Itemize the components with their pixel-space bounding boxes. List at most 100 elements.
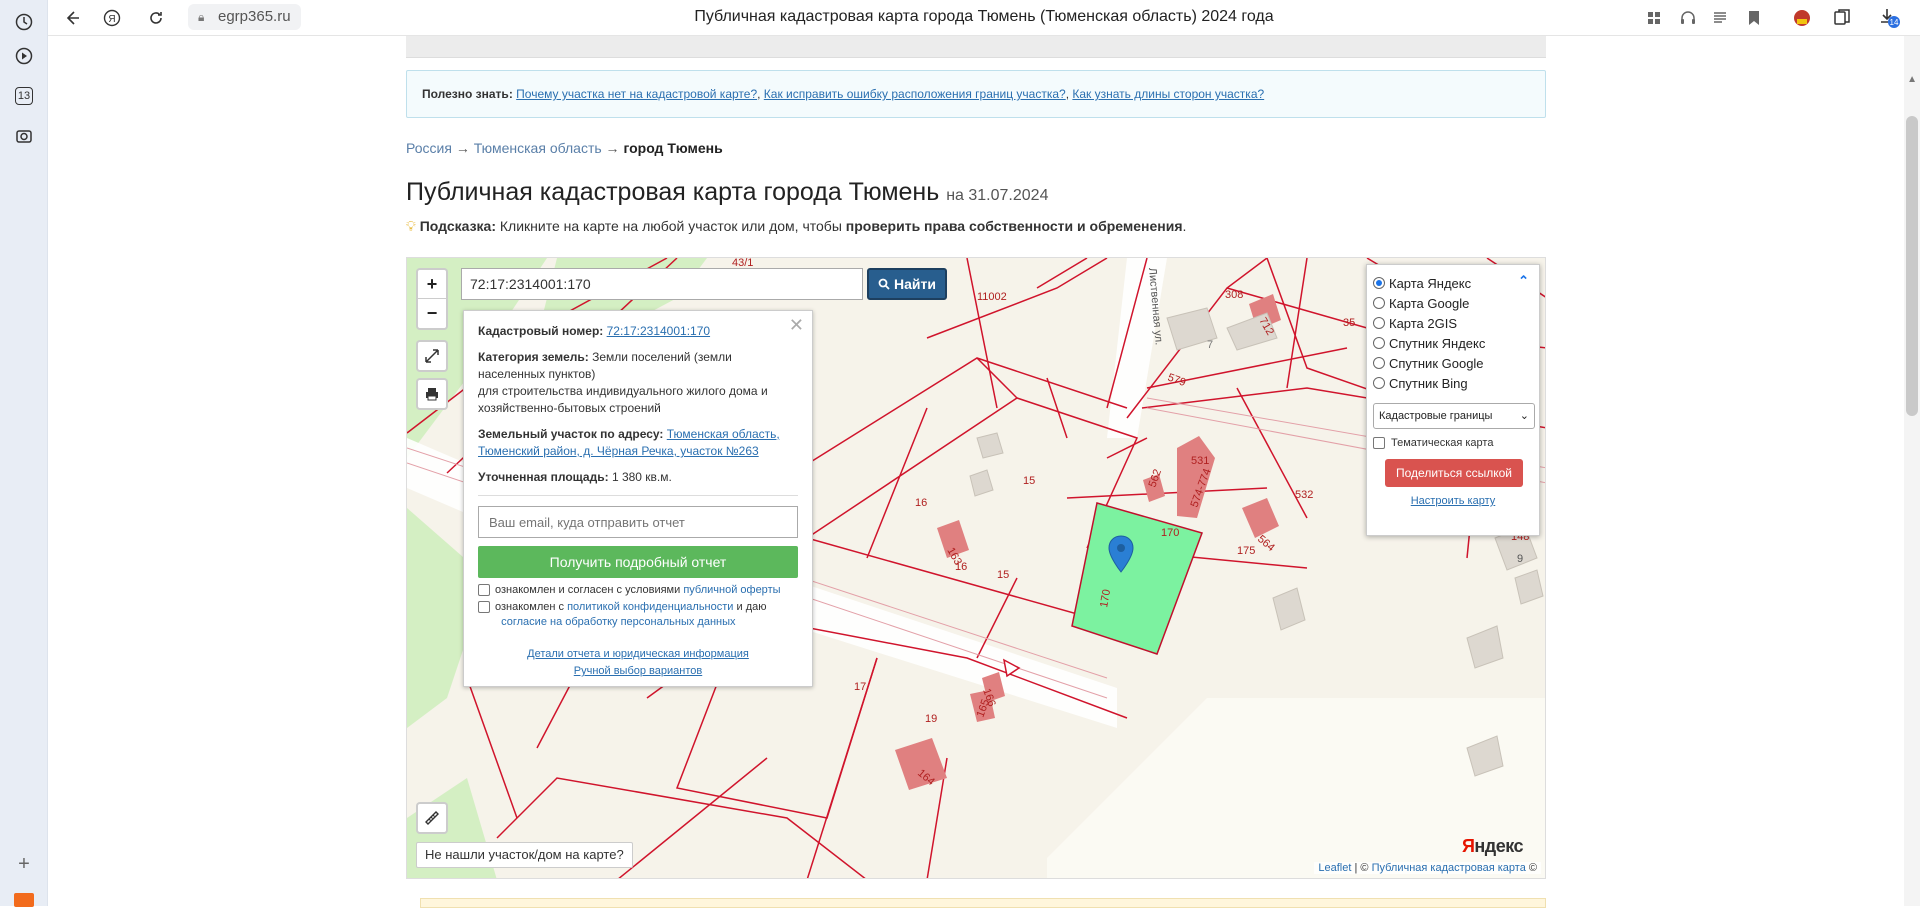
close-icon[interactable]: ✕ [789, 315, 804, 336]
layer-option[interactable]: Спутник Google [1373, 353, 1533, 373]
main-heading: Публичная кадастровая карта города Тюмен… [406, 178, 1048, 207]
map-label: 579 [1166, 372, 1187, 390]
breadcrumb-city: город Тюмень [623, 140, 723, 156]
overlay-select[interactable]: Кадастровые границы ⌄ [1373, 403, 1535, 429]
layer-radio[interactable] [1373, 297, 1385, 309]
layer-radio[interactable] [1373, 357, 1385, 369]
reader-icon[interactable] [1708, 6, 1732, 30]
map-label: 35 [1343, 317, 1355, 329]
useful-info-box: Полезно знать: Почему участка нет на кад… [406, 70, 1546, 118]
header-strip [406, 36, 1546, 58]
screenshot-icon[interactable] [12, 124, 36, 148]
layer-option[interactable]: Карта Google [1373, 293, 1533, 313]
scroll-thumb[interactable] [1906, 116, 1918, 416]
chevron-up-icon[interactable]: ⌃ [1518, 273, 1529, 289]
thematic-checkbox[interactable] [1373, 437, 1385, 449]
heading-title: Публичная кадастровая карта города Тюмен… [406, 178, 940, 206]
ruler-button[interactable] [416, 802, 448, 834]
find-button[interactable]: Найти [867, 268, 947, 300]
useful-link-1[interactable]: Почему участка нет на кадастровой карте? [516, 87, 757, 101]
privacy-link[interactable]: политикой конфиденциальности [567, 601, 733, 613]
page-scrollbar[interactable]: ▲ [1904, 36, 1920, 906]
consent-offer-checkbox[interactable] [478, 584, 490, 596]
reload-icon[interactable] [144, 6, 168, 30]
lock-icon: 🔒︎ [198, 10, 205, 24]
map-label: 170 [1161, 527, 1179, 539]
history-icon[interactable] [12, 10, 36, 34]
manual-select-link[interactable]: Ручной выбор вариантов [574, 665, 702, 677]
tabs-grid-icon[interactable] [1642, 6, 1666, 30]
downloads-icon[interactable]: 14 [1878, 6, 1902, 30]
calendar-icon[interactable]: 13 [12, 84, 36, 108]
mail-icon[interactable] [12, 888, 36, 912]
yandex-icon[interactable]: Я [100, 6, 124, 30]
layer-radio[interactable] [1373, 317, 1385, 329]
print-button[interactable] [416, 378, 448, 410]
yandex-logo: Яндекс [1461, 836, 1524, 856]
hint-text: Кликните на карте на любой участок или д… [499, 218, 842, 234]
downloads-badge: 14 [1890, 18, 1899, 27]
address-row: Земельный участок по адресу: Тюменская о… [478, 427, 780, 458]
layer-option[interactable]: Карта Яндекс [1373, 273, 1533, 293]
map-label: 16 [915, 497, 927, 509]
consent-offer-row: ознакомлен и согласен с условиями публич… [478, 583, 798, 598]
map-label: 17 [854, 681, 866, 693]
map-label: 562 [1147, 468, 1165, 489]
layer-radio[interactable] [1373, 377, 1385, 389]
map-label: 531 [1191, 455, 1209, 467]
headphones-icon[interactable] [1676, 6, 1700, 30]
zoom-control: + − [416, 268, 448, 330]
layers-panel: ⌃ Карта Яндекс Карта Google Карта 2GIS С… [1366, 264, 1540, 536]
share-link-button[interactable]: Поделиться ссылкой [1385, 459, 1523, 487]
leaflet-link[interactable]: Leaflet [1318, 862, 1351, 874]
back-icon[interactable] [60, 6, 84, 30]
layer-radio[interactable] [1373, 337, 1385, 349]
calendar-day: 13 [15, 87, 33, 105]
map-label: 564 [1255, 533, 1277, 554]
layer-radio[interactable] [1373, 277, 1385, 289]
map-marker-icon[interactable] [1107, 535, 1135, 575]
breadcrumb: Россия → Тюменская область → город Тюмен… [406, 140, 723, 156]
bookmark-icon[interactable] [1742, 6, 1766, 30]
cadastral-search-input[interactable]: 72:17:2314001:170 [461, 268, 863, 300]
layer-option[interactable]: Спутник Яндекс [1373, 333, 1533, 353]
map-label: 16 [955, 561, 967, 573]
zoom-out-button[interactable]: − [418, 299, 446, 328]
map-label: 574-774 [1189, 467, 1214, 509]
hint-label: Подсказка: [419, 218, 496, 234]
email-field[interactable] [478, 506, 798, 538]
breadcrumb-region[interactable]: Тюменская область [474, 140, 602, 156]
configure-map-link[interactable]: Настроить карту [1373, 495, 1533, 507]
useful-link-3[interactable]: Как узнать длины сторон участка? [1072, 87, 1264, 101]
useful-link-2[interactable]: Как исправить ошибку расположения границ… [764, 87, 1066, 101]
layer-option[interactable]: Карта 2GIS [1373, 313, 1533, 333]
get-report-button[interactable]: Получить подробный отчет [478, 546, 798, 578]
url-text: egrp365.ru [218, 8, 291, 25]
play-icon[interactable] [12, 44, 36, 68]
scroll-up-icon[interactable]: ▲ [1907, 74, 1917, 85]
map-label: 308 [1225, 289, 1243, 301]
breadcrumb-russia[interactable]: Россия [406, 140, 452, 156]
extension-icon[interactable] [1790, 6, 1814, 30]
offer-link[interactable]: публичной оферты [683, 584, 780, 596]
map-label: 712 [1256, 316, 1276, 338]
popup-links: Детали отчета и юридическая информация Р… [478, 646, 798, 680]
layer-option[interactable]: Спутник Bing [1373, 373, 1533, 393]
address-bar[interactable]: 🔒︎ egrp365.ru [188, 4, 301, 30]
fullscreen-icon [425, 349, 439, 363]
report-details-link[interactable]: Детали отчета и юридическая информация [527, 648, 749, 660]
not-found-button[interactable]: Не нашли участок/дом на карте? [416, 842, 633, 868]
pkk-link[interactable]: Публичная кадастровая карта [1372, 862, 1526, 874]
fullscreen-button[interactable] [416, 340, 448, 372]
consent-privacy-checkbox[interactable] [478, 601, 490, 613]
data-processing-link[interactable]: согласие на обработку персональных данны… [501, 616, 735, 628]
map-label: 11002 [977, 291, 1007, 303]
map-label: 170 [1098, 588, 1113, 608]
cadastral-map[interactable]: 11002 308 712 35 7 579 531 562 574-774 5… [406, 257, 1546, 879]
add-icon[interactable]: + [12, 852, 36, 876]
page-title: Публичная кадастровая карта города Тюмен… [694, 8, 1274, 25]
ruler-icon [425, 811, 439, 825]
cadastral-number-link[interactable]: 72:17:2314001:170 [607, 324, 710, 338]
collections-icon[interactable] [1830, 6, 1854, 30]
zoom-in-button[interactable]: + [418, 270, 446, 299]
